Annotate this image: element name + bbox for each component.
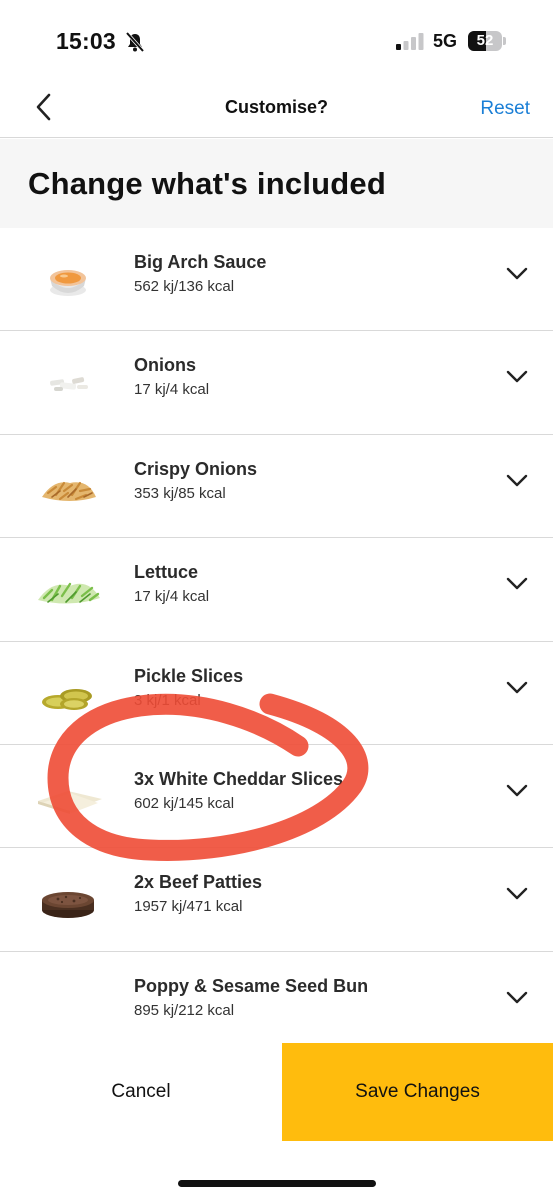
ingredient-energy: 1957 kj/471 kcal [134,898,243,916]
ingredient-name: 2x Beef Patties [134,872,263,893]
crispy-onions-icon [42,481,96,501]
ingredient-list: Big Arch Sauce 562 kj/136 kcal Onions 17… [0,228,553,1055]
ingredient-name: Crispy Onions [134,458,258,479]
bun-icon [30,970,108,1032]
onion-pieces-icon [50,377,88,392]
battery-icon: 52 [468,31,506,51]
ingredient-name: Big Arch Sauce [134,252,267,272]
save-changes-button[interactable]: Save Changes [282,1043,553,1141]
nav-header: Customise? Reset [0,80,553,138]
reset-button[interactable]: Reset [480,98,530,120]
ingredient-energy: 602 kj/145 kcal [134,794,235,812]
section-title: Change what's included [28,166,386,201]
chevron-down-icon[interactable] [505,471,529,489]
chevron-down-icon[interactable] [505,574,529,592]
ingredient-row-onions[interactable]: Onions 17 kj/4 kcal [0,331,553,435]
ingredient-row-beef-patties[interactable]: 2x Beef Patties 1957 kj/471 kcal [0,848,553,952]
chevron-down-icon[interactable] [505,988,529,1006]
status-time: 15:03 [56,28,116,54]
chevron-down-icon[interactable] [505,884,529,902]
ingredient-energy: 353 kj/85 kcal [134,484,226,502]
cancel-button[interactable]: Cancel [0,1043,282,1141]
ingredient-row-white-cheddar-slices[interactable]: 3x White Cheddar Slices 602 kj/145 kcal [0,745,553,849]
chevron-down-icon[interactable] [505,264,529,282]
lettuce-icon [38,582,100,604]
signal-icon [396,33,424,50]
pickle-slices-icon [42,688,92,710]
chevron-down-icon[interactable] [505,781,529,799]
ingredient-name: Lettuce [134,562,199,583]
page-title: Customise? [224,97,329,117]
ingredient-energy: 562 kj/136 kcal [134,278,235,295]
home-indicator [178,1180,376,1187]
bell-muted-icon [125,31,145,53]
ingredient-name: 3x White Cheddar Slices [134,768,344,789]
ingredient-energy: 3 kj/1 kcal [134,691,201,709]
ingredient-energy: 895 kj/212 kcal [134,1001,235,1019]
bottom-action-bar: Cancel Save Changes [0,1043,553,1141]
ingredient-row-poppy-sesame-seed-bun[interactable]: Poppy & Sesame Seed Bun 895 kj/212 kcal [0,952,553,1055]
cheese-slices-icon [38,790,102,814]
section-header: Change what's included [0,139,553,228]
status-bar: 15:03 5G 52 [0,0,553,80]
ingredient-name: Pickle Slices [134,665,244,686]
ingredient-name: Onions [134,355,196,376]
beef-patty-icon [42,892,94,919]
network-type: 5G [433,31,458,51]
ingredient-row-pickle-slices[interactable]: Pickle Slices 3 kj/1 kcal [0,642,553,745]
ingredient-energy: 17 kj/4 kcal [134,381,210,399]
ingredient-row-crispy-onions[interactable]: Crispy Onions 353 kj/85 kcal [0,435,553,539]
battery-level: 52 [476,32,494,49]
sauce-cup-icon [50,270,86,296]
ingredient-row-lettuce[interactable]: Lettuce 17 kj/4 kcal [0,538,553,642]
chevron-down-icon[interactable] [505,678,529,696]
ingredient-row-big-arch-sauce[interactable]: Big Arch Sauce 562 kj/136 kcal [0,228,553,332]
ingredient-energy: 17 kj/4 kcal [134,588,210,606]
chevron-down-icon[interactable] [505,367,529,385]
ingredient-name: Poppy & Sesame Seed Bun [134,975,369,996]
